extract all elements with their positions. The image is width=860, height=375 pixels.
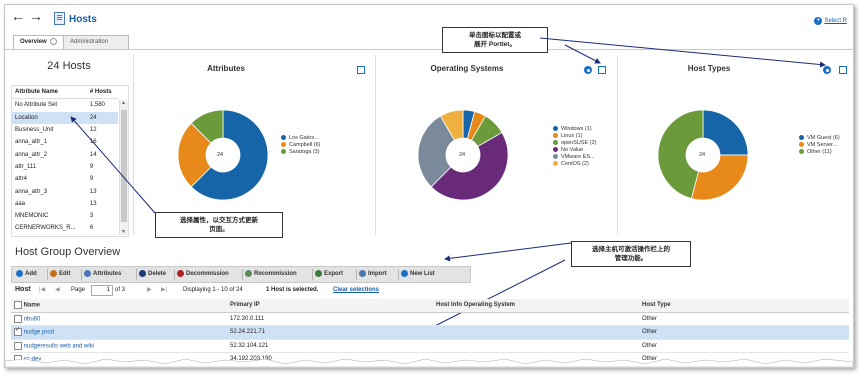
pager-bar: Host |◀ ◀ Page 1 of 3 ▶ ▶| Displaying 1 … (11, 284, 849, 296)
host-name-link[interactable]: nudgeresults web and wiki (24, 343, 94, 349)
attributes-icon (84, 269, 91, 277)
os-cell (433, 339, 639, 353)
primary-ip-cell: 52.32.104.121 (227, 339, 433, 353)
prev-page-icon[interactable]: ◀ (55, 286, 60, 293)
toolbar-button-label: Delete (148, 271, 167, 277)
add-icon (16, 269, 23, 277)
toolbar-button-label: Add (25, 271, 37, 277)
arrow-line (539, 37, 826, 68)
action-toolbar: Add Edit Attributes Delete Decommission Recom… (11, 266, 471, 283)
host-type-cell: Other (639, 339, 849, 353)
arrow-line (564, 44, 601, 64)
host-name-cell[interactable]: nudgeresults web and wiki (11, 339, 227, 353)
toolbar-button-label: Decommission (186, 271, 229, 277)
toolbar-button-label: Attributes (93, 271, 122, 277)
host-name-link[interactable]: nbu80 (24, 316, 41, 322)
delete-button[interactable]: Delete (137, 267, 177, 282)
displaying-text: Displaying 1 - 10 of 24 (183, 287, 243, 293)
decommission-icon (177, 269, 184, 277)
import-button[interactable]: Import (357, 267, 401, 282)
new-list-icon (401, 269, 408, 277)
host-group-title: Host Group Overview (15, 246, 121, 258)
arrow-line (444, 242, 572, 262)
col-primary-ip[interactable]: Primary IP (227, 299, 433, 313)
first-page-icon[interactable]: |◀ (39, 286, 45, 293)
clear-selections-link[interactable]: Clear selections (333, 287, 379, 293)
selection-status: 1 Host is selected. (266, 287, 319, 293)
hosts-page: ← → Hosts + Select R Overview Administrat… (4, 4, 854, 368)
toolbar-button-label: Recommission (254, 271, 297, 277)
host-label: Host (15, 286, 31, 293)
row-checkbox[interactable] (14, 326, 22, 337)
page-input[interactable]: 1 (91, 285, 113, 296)
host-type-cell: Other (639, 312, 849, 326)
page-label: Page (71, 287, 86, 293)
recommission-icon (245, 269, 252, 277)
table-row[interactable]: nudgeresults web and wiki 52.32.104.121 Ot… (11, 339, 849, 353)
primary-ip-cell: 52.24.221.71 (227, 325, 433, 340)
recommission-button[interactable]: Recommission (243, 267, 315, 282)
col-os[interactable]: Host Info Operating System (433, 299, 639, 313)
col-name-label: Name (23, 302, 41, 309)
arrow-line (70, 116, 156, 214)
host-name-cell[interactable]: nudge prod (11, 325, 227, 340)
last-page-icon[interactable]: ▶| (161, 286, 167, 293)
next-page-icon[interactable]: ▶ (147, 286, 152, 293)
table-row[interactable]: nudge prod 52.24.221.71 Other (11, 325, 849, 340)
host-name-cell[interactable]: nbu80 (11, 312, 227, 326)
table-row[interactable]: nbu80 172.30.0.111 Other (11, 312, 849, 326)
export-icon (315, 269, 322, 277)
export-button[interactable]: Export (313, 267, 359, 282)
os-cell (433, 312, 639, 326)
toolbar-button-label: Export (324, 271, 344, 277)
decommission-button[interactable]: Decommission (175, 267, 245, 282)
os-cell (433, 325, 639, 340)
row-checkbox[interactable] (14, 341, 22, 350)
page-count: of 3 (115, 287, 126, 293)
import-icon (359, 269, 366, 277)
edit-icon (50, 269, 57, 277)
col-host-type[interactable]: Host Type (639, 299, 849, 313)
select-all-checkbox[interactable] (14, 301, 22, 310)
toolbar-button-label: New List (410, 271, 435, 277)
host-type-cell: Other (639, 325, 849, 340)
new-list-button[interactable]: New List (399, 267, 447, 282)
attributes-button[interactable]: Attributes (82, 267, 139, 282)
host-name-link[interactable]: nudge prod (24, 330, 54, 336)
toolbar-button-label: Import (368, 271, 387, 277)
toolbar-button-label: Edit (59, 271, 71, 277)
delete-icon (139, 269, 146, 277)
row-checkbox[interactable] (14, 314, 22, 323)
add-button[interactable]: Add (14, 267, 50, 282)
col-name[interactable]: Name (11, 299, 227, 313)
primary-ip-cell: 172.30.0.111 (227, 312, 433, 326)
torn-edge (5, 358, 853, 367)
edit-button[interactable]: Edit (48, 267, 84, 282)
